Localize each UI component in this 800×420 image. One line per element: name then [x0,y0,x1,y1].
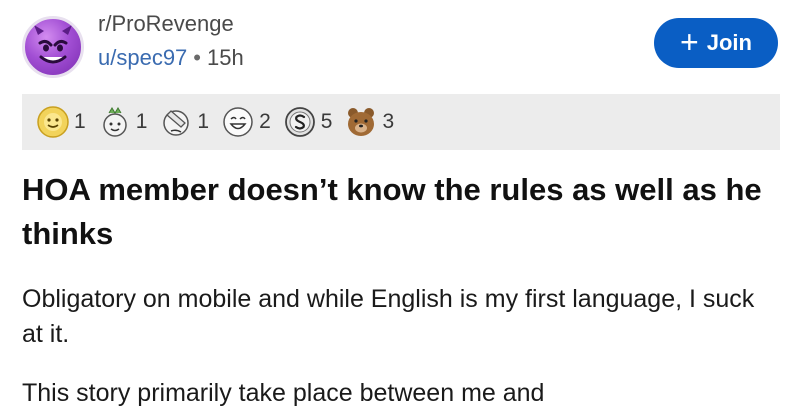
facepalm-award-icon [163,110,190,136]
post-body-paragraph: Obligatory on mobile and while English i… [22,285,755,348]
join-button[interactable]: + Join [654,18,778,68]
meta-separator: • [193,45,201,70]
subreddit-avatar[interactable] [22,16,84,78]
award-item[interactable]: 3 [344,105,394,139]
award-count: 1 [197,110,210,133]
award-item[interactable]: 1 [36,105,86,139]
award-item[interactable]: 1 [159,105,209,139]
plus-icon: + [680,23,699,60]
sun-award-icon [37,106,69,138]
devil-face-icon [34,25,72,64]
subreddit-name[interactable]: r/ProRevenge [98,10,244,38]
award-item[interactable]: 1 [98,105,148,139]
award-count: 1 [74,110,86,133]
award-item[interactable]: 2 [221,105,271,139]
join-label: Join [706,30,752,55]
author-line: u/spec97 • 15h [98,42,244,74]
author-username[interactable]: u/spec97 [98,45,187,70]
award-count: 1 [135,110,148,133]
awards-bar[interactable]: 1 1 1 2 5 3 [22,94,780,150]
award-item[interactable]: 5 [283,105,333,139]
bear-award-icon [348,108,375,136]
wholesome-award-icon [102,107,127,137]
award-count: 5 [320,110,333,133]
silver-award-icon [284,107,315,137]
laughing-award-icon [223,107,253,137]
post-age: 15h [207,45,244,70]
post-body-paragraph: This story primarily take place between … [22,379,545,407]
post-meta: r/ProRevenge u/spec97 • 15h [98,10,244,74]
post-title[interactable]: HOA member doesn’t know the rules as wel… [22,168,762,256]
post-header: r/ProRevenge u/spec97 • 15h + Join [22,8,778,78]
award-count: 2 [259,110,271,133]
reddit-post: r/ProRevenge u/spec97 • 15h + Join 1 1 1… [0,0,800,420]
award-count: 3 [382,110,395,133]
